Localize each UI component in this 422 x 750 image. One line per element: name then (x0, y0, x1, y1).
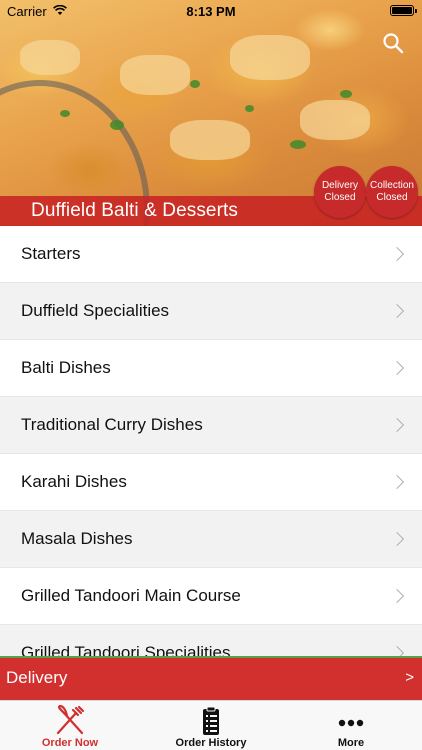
tab-bar: Order Now Order History More (0, 700, 422, 750)
menu-item-karahi-dishes[interactable]: Karahi Dishes (0, 454, 422, 511)
menu-item-label: Duffield Specialities (21, 301, 170, 320)
herb-leaf (190, 80, 200, 88)
menu-item-masala-dishes[interactable]: Masala Dishes (0, 511, 422, 568)
food-chunk (300, 100, 370, 140)
collection-status-badge: Collection Closed (366, 166, 418, 218)
app-screen: Carrier 8:13 PM Duffield Balti & Dessert… (0, 0, 422, 750)
search-icon (383, 33, 404, 54)
fork-knife-icon (56, 705, 85, 735)
herb-leaf (340, 90, 352, 98)
tab-label: More (337, 737, 365, 749)
chevron-right-icon (389, 246, 405, 262)
delivery-mode-label: Delivery (6, 668, 68, 687)
tab-more[interactable]: More (281, 701, 421, 750)
search-button[interactable] (382, 32, 404, 54)
clock-time: 8:13 PM (186, 4, 236, 19)
restaurant-name: Duffield Balti & Desserts (31, 200, 239, 221)
herb-leaf (110, 120, 124, 130)
menu-item-grilled-tandoori-specialities[interactable]: Grilled Tandoori Specialities (0, 625, 422, 656)
badge-line: Closed (376, 192, 408, 203)
herb-leaf (290, 140, 306, 149)
food-chunk (230, 35, 310, 80)
chevron-right-icon (389, 474, 405, 490)
menu-category-list: Starters Duffield Specialities Balti Dis… (0, 226, 422, 656)
menu-item-traditional-curry-dishes[interactable]: Traditional Curry Dishes (0, 397, 422, 454)
delivery-mode-bar[interactable]: Delivery > (0, 656, 422, 700)
menu-item-label: Grilled Tandoori Main Course (21, 586, 241, 605)
chevron-right-icon (389, 417, 405, 433)
more-dots-icon (338, 719, 364, 727)
menu-item-duffield-specialities[interactable]: Duffield Specialities (0, 283, 422, 340)
status-bar: Carrier 8:13 PM (0, 0, 422, 22)
menu-item-label: Karahi Dishes (21, 472, 127, 491)
menu-item-label: Masala Dishes (21, 529, 133, 548)
chevron-right-icon (389, 531, 405, 547)
menu-item-label: Grilled Tandoori Specialities (21, 643, 231, 656)
herb-leaf (60, 110, 70, 117)
tab-label: Order History (175, 737, 247, 749)
delivery-status-badge: Delivery Closed (314, 166, 366, 218)
chevron-right-icon (389, 360, 405, 376)
menu-item-starters[interactable]: Starters (0, 226, 422, 283)
battery-icon (390, 5, 417, 16)
herb-leaf (245, 105, 254, 112)
food-chunk (120, 55, 190, 95)
delivery-arrow: > (405, 669, 414, 686)
clipboard-icon (203, 706, 219, 735)
menu-item-label: Balti Dishes (21, 358, 111, 377)
tab-label: Order Now (41, 737, 99, 749)
badge-line: Collection (370, 180, 414, 191)
menu-item-balti-dishes[interactable]: Balti Dishes (0, 340, 422, 397)
food-chunk (20, 40, 80, 75)
badge-line: Closed (324, 192, 356, 203)
chevron-right-icon (389, 303, 405, 319)
badge-line: Delivery (321, 180, 359, 191)
tab-order-history[interactable]: Order History (141, 701, 281, 750)
food-chunk (170, 120, 250, 160)
chevron-right-icon (389, 588, 405, 604)
menu-item-grilled-tandoori-main-course[interactable]: Grilled Tandoori Main Course (0, 568, 422, 625)
chevron-right-icon (389, 645, 405, 656)
menu-item-label: Starters (21, 244, 81, 263)
tab-order-now[interactable]: Order Now (0, 701, 140, 750)
menu-item-label: Traditional Curry Dishes (21, 415, 203, 434)
